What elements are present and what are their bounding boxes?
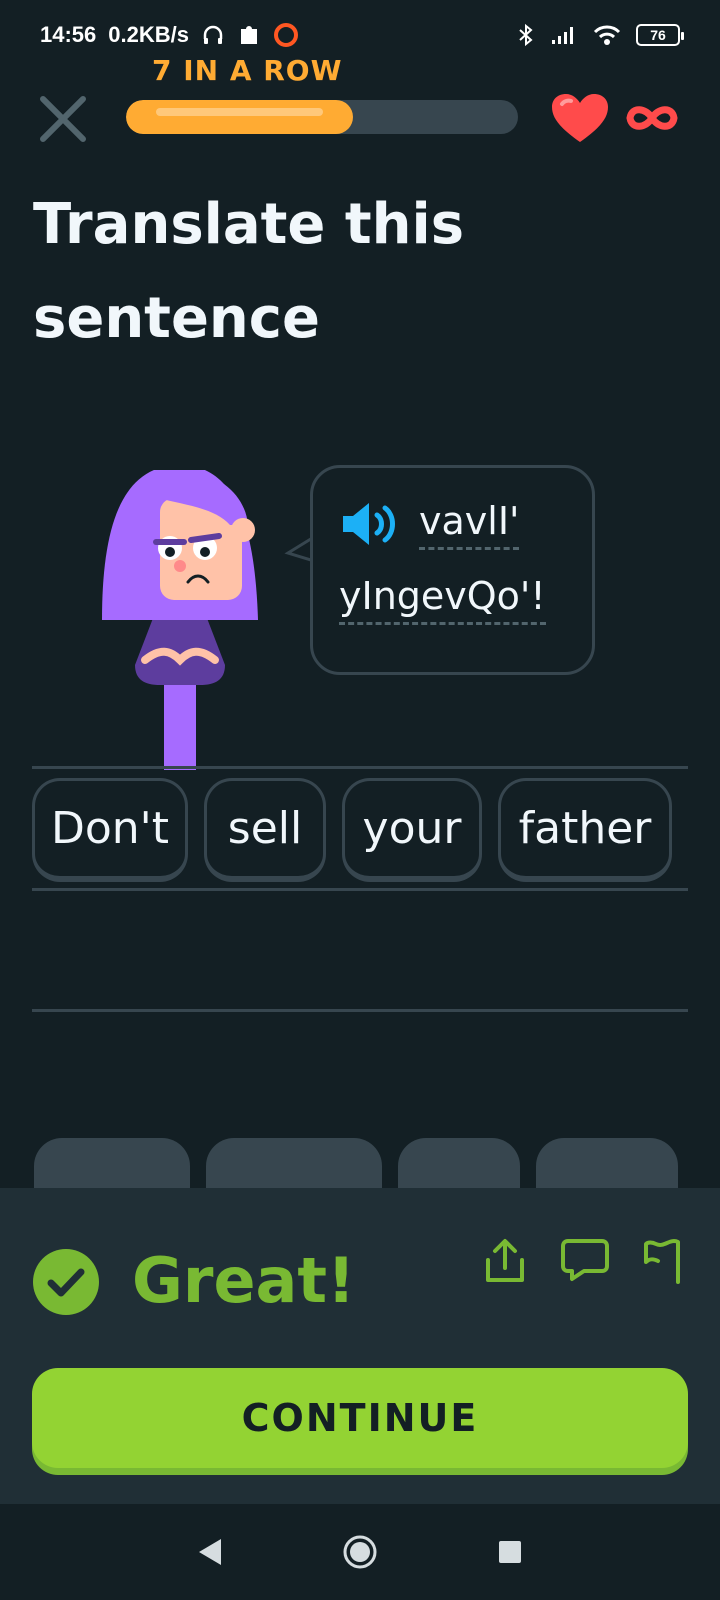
puzzle-icon (241, 26, 257, 44)
status-right: 76 (516, 23, 684, 47)
bubble-line-1: vavlI' (339, 496, 566, 552)
status-time: 14:56 (40, 22, 97, 47)
back-icon (199, 1539, 221, 1565)
answer-line-bottom (32, 1009, 688, 1012)
streak-label: 7 IN A ROW (152, 54, 343, 87)
flag-icon[interactable] (642, 1236, 684, 1284)
check-icon (33, 1249, 99, 1315)
heart-icon[interactable] (550, 92, 610, 144)
answer-line-top (32, 766, 688, 769)
close-button[interactable] (36, 92, 90, 146)
prompt-word[interactable]: yIngevQo'! (339, 574, 546, 625)
answer-chip[interactable]: your (342, 778, 482, 882)
bluetooth-icon (519, 23, 533, 47)
comment-icon[interactable] (560, 1238, 610, 1282)
status-speed: 0.2KB/s (108, 22, 189, 47)
share-icon[interactable] (484, 1238, 526, 1284)
home-button[interactable] (340, 1532, 380, 1572)
close-icon (40, 96, 86, 142)
signal-icon (552, 27, 573, 44)
speech-bubble: vavlI' yIngevQo'! (310, 465, 595, 675)
answer-chip[interactable]: father (498, 778, 672, 882)
progress-fill (126, 100, 354, 134)
recents-button[interactable] (490, 1532, 530, 1572)
prompt-word[interactable]: vavlI' (419, 499, 520, 550)
answer-chip[interactable]: Don't (32, 778, 188, 882)
character-illustration (102, 470, 258, 770)
back-button[interactable] (190, 1532, 230, 1572)
speaker-icon[interactable] (339, 499, 403, 549)
record-icon (274, 23, 298, 47)
progress-bar (126, 100, 518, 134)
system-nav-bar (0, 1504, 720, 1600)
infinity-icon (626, 106, 678, 130)
answer-chips: Don't sell your father (32, 778, 672, 882)
answer-chip[interactable]: sell (204, 778, 326, 882)
headphones-icon (203, 25, 223, 44)
continue-button[interactable]: CONTINUE (32, 1368, 688, 1468)
wifi-icon (593, 25, 621, 45)
recents-icon (499, 1541, 521, 1563)
answer-line-mid (32, 888, 688, 891)
feedback-message: Great! (132, 1244, 356, 1317)
status-left: 14:56 0.2KB/s (40, 22, 299, 48)
status-bar: 14:56 0.2KB/s 76 (0, 0, 720, 70)
home-icon (343, 1535, 377, 1569)
page-title: Translate this sentence (33, 192, 465, 351)
bubble-line-2: yIngevQo'! (339, 574, 566, 625)
battery-indicator: 76 (636, 24, 684, 46)
